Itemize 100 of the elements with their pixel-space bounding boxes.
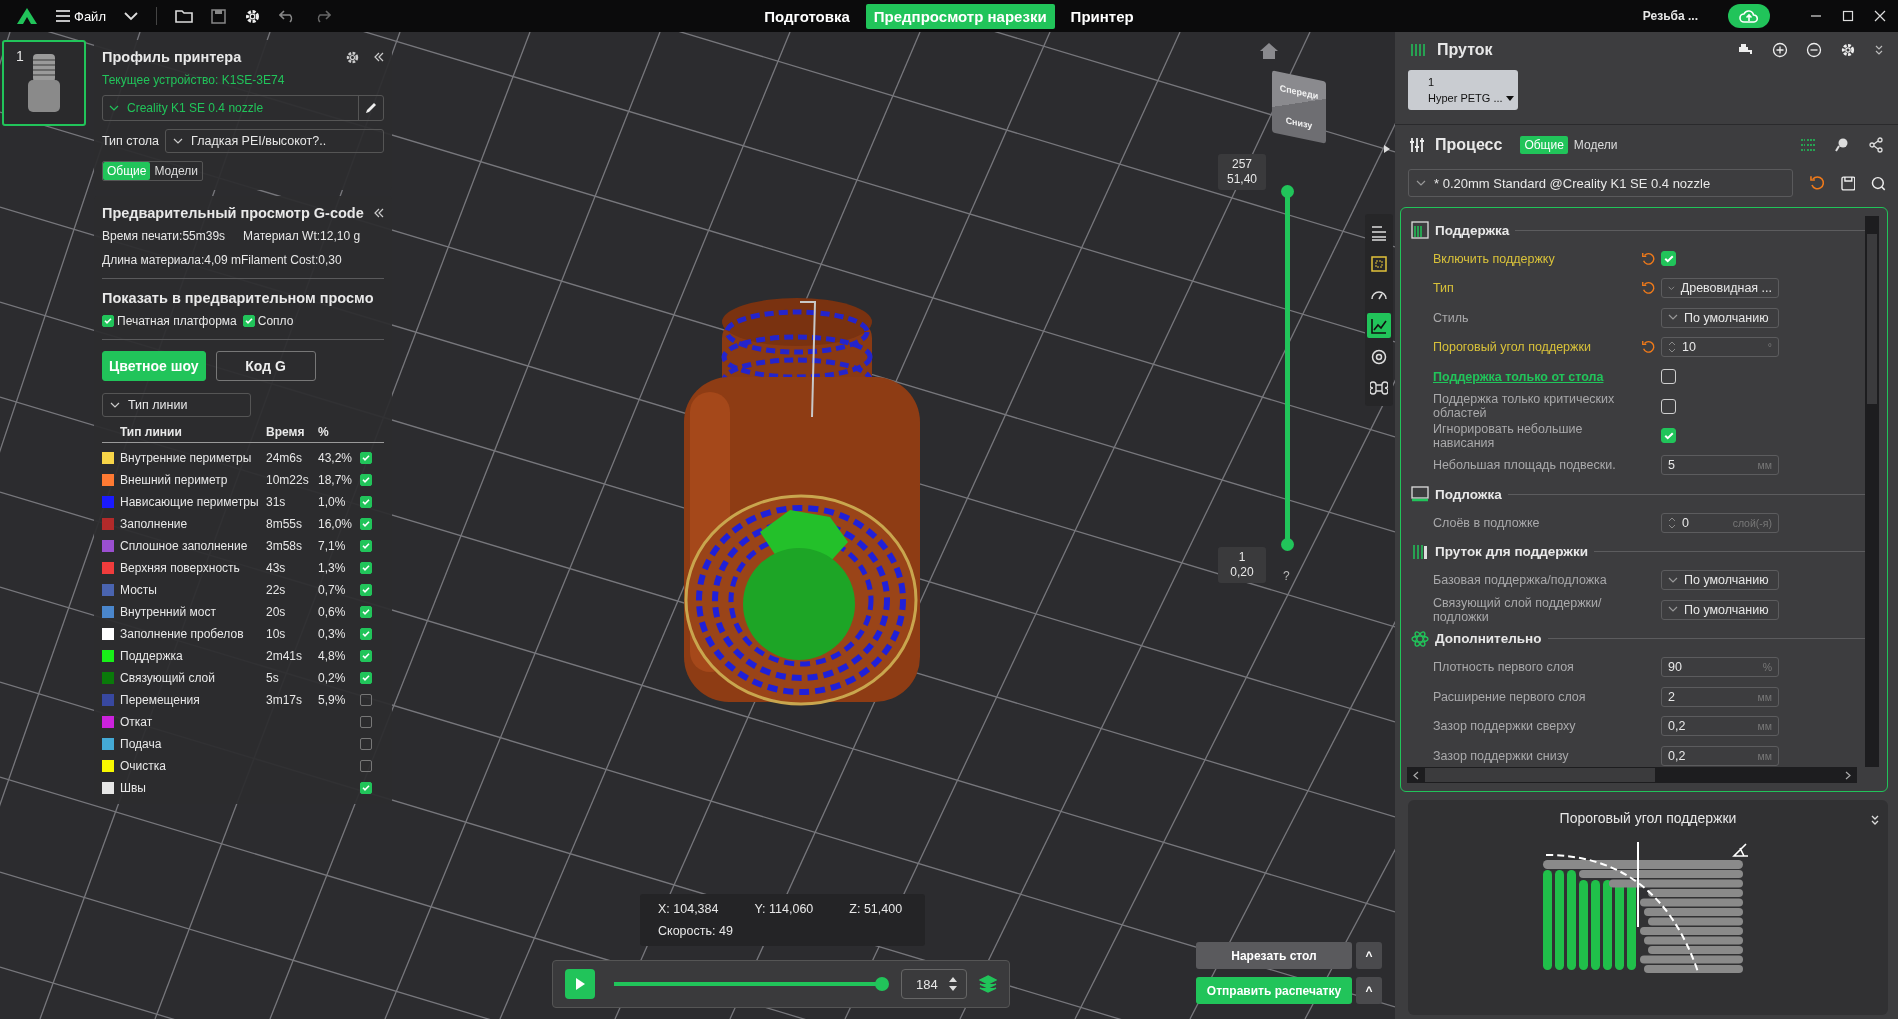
- input-field[interactable]: 5 мм: [1661, 455, 1779, 476]
- chart-icon[interactable]: [1367, 313, 1391, 338]
- scope-tab[interactable]: Модели: [150, 162, 202, 180]
- checkmark-icon: [362, 674, 370, 682]
- checkmark-icon: [244, 317, 253, 325]
- view-mode-tab[interactable]: Код G: [215, 351, 316, 381]
- line-type-name: Заполнение пробелов: [120, 627, 245, 641]
- scroll-left-icon[interactable]: [1413, 770, 1419, 780]
- stepper-arrows-icon[interactable]: [948, 975, 958, 993]
- add-icon[interactable]: [1772, 42, 1788, 58]
- visibility-checkbox[interactable]: [360, 694, 372, 706]
- filament-slot[interactable]: 1 Hyper PETG ...: [1408, 70, 1518, 110]
- dropdown-arrow-icon[interactable]: [1505, 95, 1514, 101]
- chevron-down-icon[interactable]: [109, 104, 119, 112]
- visibility-checkbox[interactable]: [360, 782, 372, 794]
- setting-label: Базовая поддержка/подложка: [1433, 573, 1608, 588]
- visibility-checkbox[interactable]: [360, 760, 372, 772]
- settings-icon[interactable]: [243, 7, 261, 25]
- chevron-double-icon[interactable]: [1870, 814, 1880, 826]
- maximize-icon[interactable]: [1842, 10, 1854, 22]
- reset-icon[interactable]: [1641, 281, 1655, 296]
- collapse-icon[interactable]: [374, 52, 384, 62]
- scrollbar-thumb[interactable]: [1867, 234, 1877, 404]
- layer-label: 1 0,20: [1218, 547, 1266, 583]
- visibility-checkbox[interactable]: [360, 562, 372, 574]
- remove-icon[interactable]: [1806, 42, 1822, 58]
- reset-icon[interactable]: [1808, 175, 1825, 191]
- checkbox[interactable]: [1661, 398, 1676, 414]
- scrollbar-thumb[interactable]: [1425, 768, 1655, 782]
- search-icon[interactable]: [1871, 175, 1886, 191]
- input-field[interactable]: 0,2 мм: [1661, 745, 1779, 766]
- visibility-checkbox[interactable]: [360, 606, 372, 618]
- expand-icon[interactable]: [1383, 144, 1391, 154]
- visibility-checkbox[interactable]: [360, 672, 372, 684]
- model-thumbnail-drawing: [27, 52, 61, 114]
- mode-tab[interactable]: Подготовка: [756, 3, 858, 29]
- checkbox[interactable]: [102, 315, 114, 327]
- list-icon[interactable]: [1800, 138, 1816, 152]
- chevron-down-icon[interactable]: [173, 137, 184, 145]
- close-icon[interactable]: [1874, 10, 1886, 22]
- checkbox[interactable]: [1661, 428, 1676, 444]
- setting-label: Зазор поддержки снизу: [1433, 748, 1570, 763]
- chevron-down-icon[interactable]: [110, 401, 120, 409]
- more-options-button[interactable]: ^: [1356, 977, 1382, 1004]
- mode-tab[interactable]: Принтер: [1062, 3, 1142, 29]
- cloud-upload-button[interactable]: [1728, 4, 1770, 28]
- visibility-checkbox[interactable]: [360, 650, 372, 662]
- plate-thumbnail[interactable]: 1: [2, 40, 86, 126]
- input-field[interactable]: 2 мм: [1661, 686, 1779, 707]
- visibility-checkbox[interactable]: [360, 452, 372, 464]
- help-link[interactable]: ?: [1283, 569, 1290, 583]
- setting-link[interactable]: Поддержка только от стола: [1433, 369, 1623, 384]
- more-options-button[interactable]: ^: [1356, 942, 1382, 969]
- input-field[interactable]: 0,2 мм: [1661, 716, 1779, 737]
- layer-spinbox[interactable]: 184: [901, 969, 967, 999]
- folder-icon[interactable]: [174, 9, 193, 23]
- visibility-checkbox[interactable]: [360, 474, 372, 486]
- settings-icon[interactable]: [1840, 42, 1856, 58]
- settings-icon[interactable]: [345, 49, 360, 65]
- line-percent: 7,1%: [318, 539, 347, 553]
- select-field[interactable]: По умолчанию: [1661, 599, 1779, 620]
- checkmark-icon: [1663, 430, 1674, 441]
- checkbox[interactable]: [242, 315, 255, 327]
- collapse-icon[interactable]: [374, 208, 384, 218]
- visibility-checkbox[interactable]: [360, 716, 372, 728]
- number-field[interactable]: 10 °: [1661, 337, 1779, 358]
- chevron-double-icon[interactable]: [1874, 44, 1884, 56]
- visibility-checkbox[interactable]: [360, 628, 372, 640]
- layers-icon[interactable]: [979, 975, 997, 993]
- reset-icon[interactable]: [1641, 340, 1655, 355]
- line-percent: 0,2%: [318, 671, 347, 685]
- share-icon[interactable]: [1868, 137, 1884, 153]
- bed-type-dropdown[interactable]: Гладкая PEI/высокот?..: [165, 129, 384, 153]
- coordinate-readout: Z: 51,400: [849, 902, 903, 916]
- checkbox[interactable]: [1661, 251, 1676, 267]
- checkbox[interactable]: [1661, 369, 1676, 385]
- checkmark-icon: [362, 608, 370, 616]
- home-icon[interactable]: [1259, 42, 1279, 60]
- reset-icon[interactable]: [1641, 251, 1655, 266]
- scope-tab[interactable]: Модели: [1569, 136, 1622, 154]
- process-preset-dropdown[interactable]: * 0.20mm Standard @Creality K1 SE 0.4 nozzle: [1408, 169, 1793, 197]
- visibility-checkbox[interactable]: [360, 584, 372, 596]
- slider-thumb[interactable]: [875, 977, 889, 991]
- line-type-name: Сплошное заполнение: [120, 539, 249, 553]
- visibility-checkbox[interactable]: [360, 518, 372, 530]
- support-icon: [1411, 221, 1429, 239]
- select-field[interactable]: Древовидная ...: [1661, 278, 1779, 299]
- play-button[interactable]: [565, 969, 595, 999]
- number-field[interactable]: 0 слой(-я): [1661, 512, 1779, 533]
- view-type-dropdown[interactable]: Тип линии: [102, 393, 251, 417]
- save-icon[interactable]: [210, 8, 226, 24]
- select-field[interactable]: По умолчанию: [1661, 570, 1779, 591]
- visibility-checkbox[interactable]: [360, 496, 372, 508]
- file-menu[interactable]: Файл: [56, 8, 106, 24]
- visibility-checkbox[interactable]: [360, 540, 372, 552]
- slice-plate-button[interactable]: Нарезать стол: [1196, 942, 1352, 969]
- scroll-right-icon[interactable]: [1845, 770, 1851, 780]
- visibility-checkbox[interactable]: [360, 738, 372, 750]
- input-field[interactable]: 90 %: [1661, 657, 1779, 678]
- select-field[interactable]: По умолчанию: [1661, 307, 1779, 328]
